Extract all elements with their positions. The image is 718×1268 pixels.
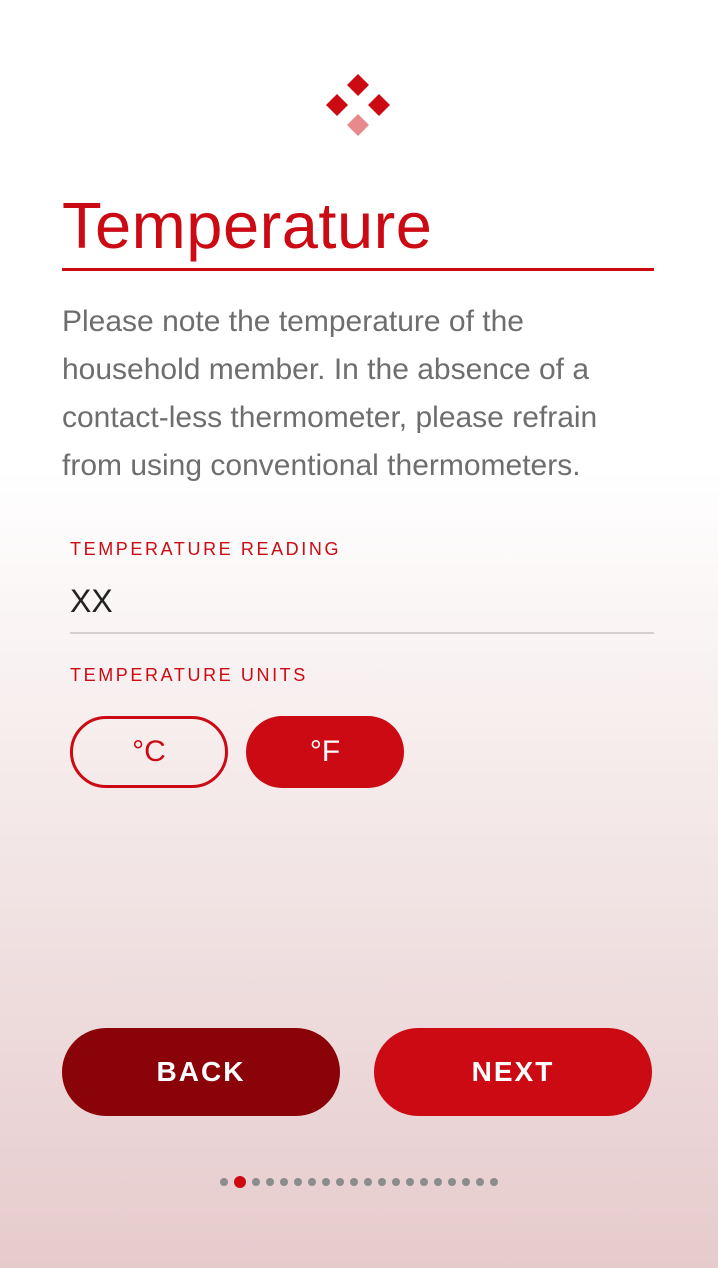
unit-celsius-button[interactable]: °C — [70, 716, 228, 788]
unit-fahrenheit-button[interactable]: °F — [246, 716, 404, 788]
page-indicator — [0, 1174, 718, 1190]
page-dot — [308, 1178, 316, 1186]
title-underline — [62, 268, 654, 271]
page-dot — [322, 1178, 330, 1186]
instructions-text: Please note the temperature of the house… — [62, 305, 598, 482]
temperature-units-label: TEMPERATURE UNITS — [70, 665, 308, 685]
back-button[interactable]: BACK — [62, 1028, 340, 1116]
page-dot — [220, 1178, 228, 1186]
page-title: Temperature — [62, 189, 433, 262]
temperature-reading-input[interactable] — [70, 570, 654, 634]
page-dot — [420, 1178, 428, 1186]
page-dot — [280, 1178, 288, 1186]
page-dot — [406, 1178, 414, 1186]
page-dot-active — [234, 1176, 246, 1188]
page-dot — [266, 1178, 274, 1186]
page-dot — [252, 1178, 260, 1186]
page-dot — [378, 1178, 386, 1186]
page-dot — [462, 1178, 470, 1186]
page-dot — [294, 1178, 302, 1186]
page-dot — [336, 1178, 344, 1186]
temperature-reading-label: TEMPERATURE READING — [70, 539, 342, 559]
page-dot — [364, 1178, 372, 1186]
page-dot — [448, 1178, 456, 1186]
page-dot — [434, 1178, 442, 1186]
app-logo-icon — [326, 74, 390, 136]
next-button[interactable]: NEXT — [374, 1028, 652, 1116]
page-dot — [476, 1178, 484, 1186]
page-dot — [490, 1178, 498, 1186]
page-dot — [350, 1178, 358, 1186]
page-dot — [392, 1178, 400, 1186]
